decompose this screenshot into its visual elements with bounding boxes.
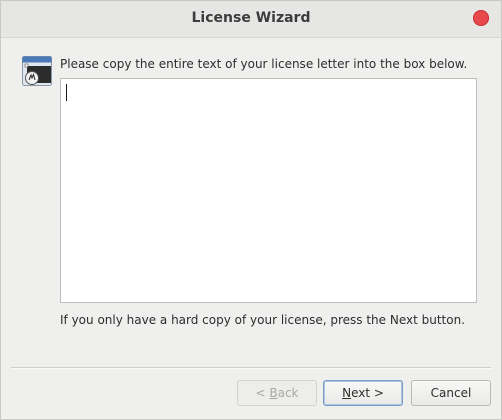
window-title: License Wizard xyxy=(191,10,311,26)
back-prefix: < xyxy=(255,386,270,400)
back-button[interactable]: < Back xyxy=(237,380,317,406)
next-label-rest: ext > xyxy=(351,386,384,400)
next-button[interactable]: Next > xyxy=(323,380,403,406)
license-wizard-window: License Wizard Please copy the entire te… xyxy=(0,0,502,420)
title-bar[interactable]: License Wizard xyxy=(1,1,501,38)
cancel-button[interactable]: Cancel xyxy=(411,380,491,406)
text-caret xyxy=(66,84,67,101)
button-separator xyxy=(11,367,491,369)
close-icon[interactable] xyxy=(473,10,489,26)
next-mnemonic: N xyxy=(342,386,352,400)
license-wizard-icon xyxy=(22,56,52,86)
instruction-text: Please copy the entire text of your lice… xyxy=(60,57,468,71)
hard-copy-hint: If you only have a hard copy of your lic… xyxy=(60,313,466,327)
license-text-input[interactable] xyxy=(60,78,477,303)
back-mnemonic: B xyxy=(269,386,278,400)
back-label-rest: ack xyxy=(277,386,299,400)
